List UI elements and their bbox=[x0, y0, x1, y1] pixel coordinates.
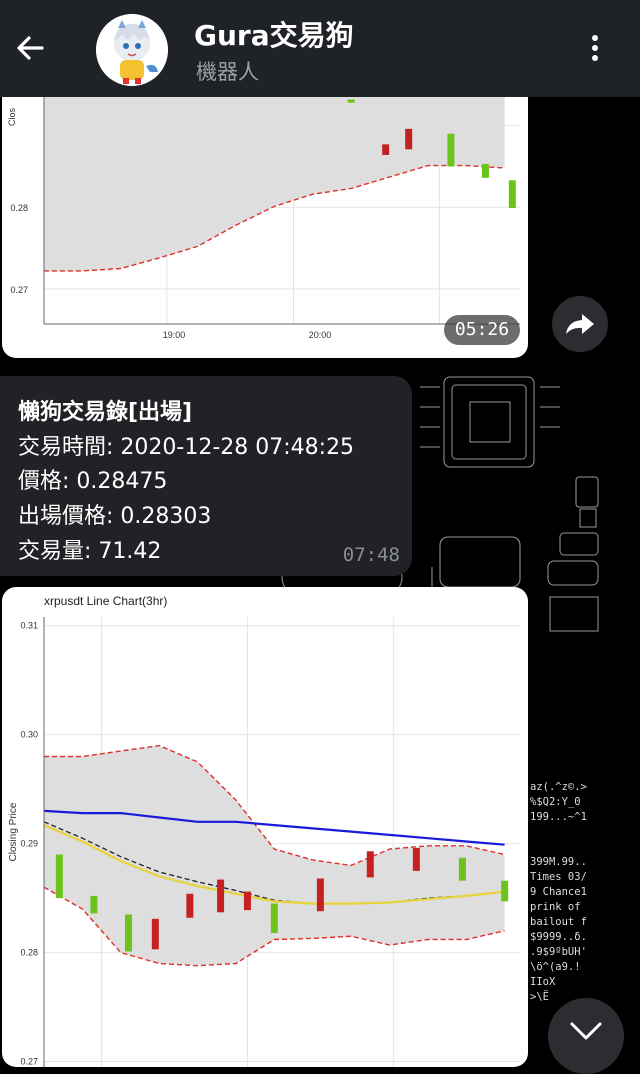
forward-button[interactable] bbox=[552, 296, 608, 352]
message-time: 07:48 bbox=[342, 544, 400, 566]
candle-bar bbox=[508, 180, 516, 209]
message-time-top-chart: 05:26 bbox=[444, 315, 520, 345]
x-tick-label: 20:00 bbox=[309, 330, 332, 340]
bollinger-band-fill bbox=[44, 97, 505, 271]
chart-image-message-bottom[interactable]: 0.31 0.30 0.29 0.28 0.27 xrpusdt Line Chart(3… bbox=[2, 587, 528, 1067]
candle-bar bbox=[458, 857, 466, 881]
candle-bar bbox=[405, 128, 413, 150]
chart-title: xrpusdt Line Chart(3hr) bbox=[44, 594, 167, 608]
y-axis-label: Clos bbox=[7, 108, 17, 127]
y-tick-label: 0.29 bbox=[20, 839, 38, 849]
y-tick-label: 0.28 bbox=[10, 203, 28, 213]
candle-bar bbox=[412, 847, 420, 871]
volume-line: 交易量: 71.42 bbox=[18, 539, 162, 564]
y-tick-label: 0.31 bbox=[20, 621, 38, 631]
candle-bar bbox=[347, 99, 355, 103]
x-tick-label: 19:00 bbox=[163, 330, 186, 340]
candle-bar bbox=[243, 891, 251, 911]
more-options-icon[interactable] bbox=[582, 30, 608, 66]
back-arrow-icon[interactable] bbox=[12, 30, 48, 66]
y-tick-label: 0.28 bbox=[20, 948, 38, 958]
message-title: 懶狗交易錄[出場] bbox=[18, 400, 193, 425]
candle-bar bbox=[151, 918, 159, 950]
forward-share-icon bbox=[566, 314, 594, 334]
chat-subtitle: 機器人 bbox=[196, 60, 259, 84]
y-tick-label: 0.30 bbox=[20, 730, 38, 740]
candle-bar bbox=[186, 893, 194, 918]
trade-record-message[interactable]: 懶狗交易錄[出場] 交易時間: 2020-12-28 07:48:25 價格: … bbox=[0, 376, 412, 576]
trade-time-line: 交易時間: 2020-12-28 07:48:25 bbox=[18, 435, 355, 460]
candle-bar bbox=[366, 851, 374, 878]
candle-bar bbox=[447, 133, 455, 167]
candle-bar bbox=[270, 903, 278, 933]
chat-title: Gura交易狗 bbox=[194, 19, 354, 52]
candle-bar bbox=[55, 854, 63, 899]
bottom-line-chart: 0.31 0.30 0.29 0.28 0.27 xrpusdt Line Chart(3… bbox=[8, 594, 520, 1067]
bot-avatar[interactable] bbox=[96, 14, 168, 86]
candle-bar bbox=[382, 144, 390, 155]
candle-bar bbox=[124, 914, 132, 952]
candle-bar bbox=[90, 895, 98, 914]
candle-bar bbox=[316, 878, 324, 912]
chevron-down-icon bbox=[570, 1022, 602, 1040]
y-axis-label: Closing Price bbox=[8, 802, 19, 861]
exit-price-line: 出場價格: 0.28303 bbox=[18, 504, 212, 529]
y-tick-label: 0.27 bbox=[20, 1057, 38, 1067]
candle-bar bbox=[217, 879, 225, 913]
candle-bar bbox=[481, 163, 489, 178]
scroll-to-bottom-button[interactable] bbox=[548, 998, 624, 1074]
chat-header: Gura交易狗 機器人 bbox=[0, 0, 640, 97]
y-tick-label: 0.27 bbox=[10, 285, 28, 295]
candle-bar bbox=[501, 880, 509, 902]
price-line: 價格: 0.28475 bbox=[18, 469, 168, 494]
